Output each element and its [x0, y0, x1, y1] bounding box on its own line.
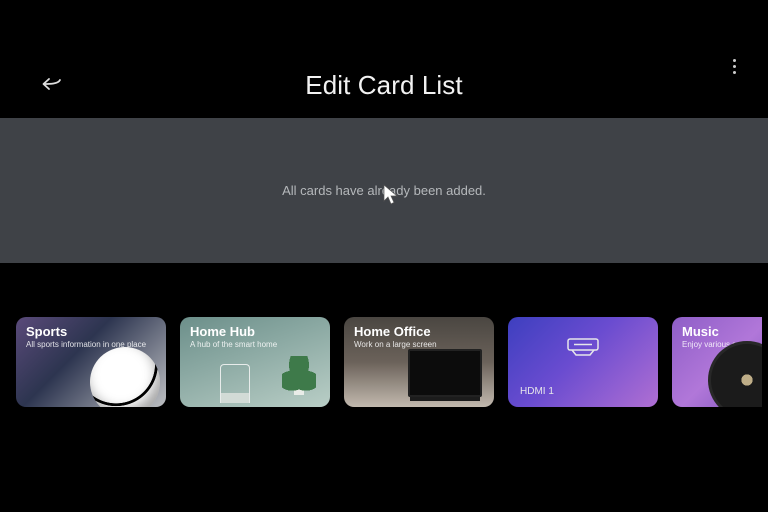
card-subtitle: Work on a large screen [354, 341, 486, 350]
card-title: Music [682, 325, 754, 339]
page-title: Edit Card List [305, 70, 462, 101]
more-options-button[interactable] [722, 52, 746, 80]
card-subtitle: A hub of the smart home [190, 341, 322, 350]
hdmi-port-icon [566, 337, 600, 357]
card-subtitle: Enjoy various songs [682, 341, 754, 350]
header: Edit Card List [0, 60, 768, 110]
pointer-cursor-icon [382, 183, 400, 205]
card-title: Sports [26, 325, 158, 339]
back-button[interactable] [38, 70, 66, 98]
card-title: Home Office [354, 325, 486, 339]
card-label: HDMI 1 [520, 386, 554, 397]
back-arrow-icon [40, 74, 64, 94]
card-music[interactable]: Music Enjoy various songs [672, 317, 762, 407]
card-title: Home Hub [190, 325, 322, 339]
card-sports[interactable]: Sports All sports information in one pla… [16, 317, 166, 407]
card-hdmi1[interactable]: HDMI 1 [508, 317, 658, 407]
available-cards-panel: All cards have already been added. [0, 118, 768, 263]
card-home-hub[interactable]: Home Hub A hub of the smart home [180, 317, 330, 407]
dots-vertical-icon [733, 59, 736, 62]
card-subtitle: All sports information in one place [26, 341, 158, 350]
card-list: Sports All sports information in one pla… [16, 317, 768, 407]
card-home-office[interactable]: Home Office Work on a large screen [344, 317, 494, 407]
